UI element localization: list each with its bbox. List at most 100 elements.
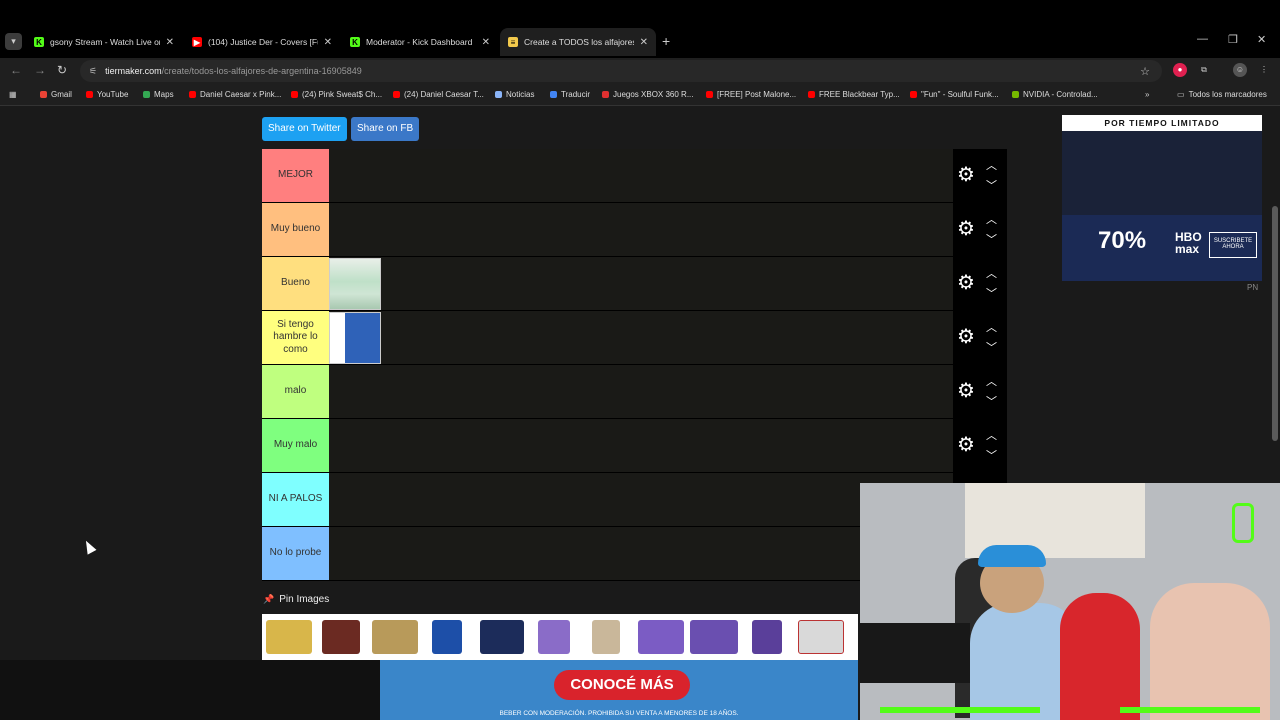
all-bookmarks-folder[interactable]: ▭ Todos los marcadores xyxy=(1177,90,1267,99)
tier-label[interactable]: NI A PALOS xyxy=(262,473,329,526)
pin-images-toggle[interactable]: 📌 Pin Images xyxy=(263,594,329,605)
page-scrollbar[interactable] xyxy=(1270,106,1280,484)
tab-title: gsony Stream - Watch Live on K xyxy=(50,37,160,47)
chevron-up-icon[interactable]: ︿ xyxy=(986,211,997,227)
chevron-down-icon[interactable]: ﹀ xyxy=(986,393,997,409)
share-twitter-button[interactable]: Share on Twitter xyxy=(262,117,347,141)
tab-3-active[interactable]: ≡ Create a TODOS los alfajores de ✕ xyxy=(500,28,656,56)
back-icon[interactable]: ← xyxy=(10,63,22,77)
more-bookmarks-icon[interactable]: » xyxy=(1145,90,1149,99)
chevron-up-icon[interactable]: ︿ xyxy=(986,265,997,281)
menu-dots-icon[interactable]: ⋮ xyxy=(1257,63,1271,77)
alfajor-item-image[interactable] xyxy=(372,620,418,654)
bookmark-item[interactable]: (24) Daniel Caesar T... xyxy=(393,90,484,99)
bookmark-item[interactable]: (24) Pink Sweat$ Ch... xyxy=(291,90,382,99)
bookmark-item[interactable]: "Fun" - Soulful Funk... xyxy=(910,90,999,99)
tier-drop-zone[interactable] xyxy=(329,365,953,418)
tab-bar: ▾ K gsony Stream - Watch Live on K ✕ ▶ (… xyxy=(0,0,1280,58)
tab-search-button[interactable]: ▾ xyxy=(5,33,22,50)
extension-icon[interactable]: ● xyxy=(1173,63,1187,77)
chevron-down-icon[interactable]: ﹀ xyxy=(986,177,997,193)
alfajor-item-image[interactable] xyxy=(266,620,312,654)
chevron-down-icon[interactable]: ﹀ xyxy=(986,231,997,247)
chevron-up-icon[interactable]: ︿ xyxy=(986,427,997,443)
share-fb-button[interactable]: Share on FB xyxy=(351,117,420,141)
alfajor-item-image[interactable] xyxy=(752,620,782,654)
new-tab-button[interactable]: + xyxy=(662,33,670,49)
alfajor-item-image[interactable] xyxy=(329,258,381,310)
youtube-icon xyxy=(393,91,400,98)
site-info-icon[interactable]: ⚟ xyxy=(89,66,97,77)
tab-1[interactable]: ▶ (104) Justice Der - Covers [Full ✕ xyxy=(184,30,340,54)
tier-label[interactable]: Si tengo hambre lo como xyxy=(262,311,329,364)
chevron-up-icon[interactable]: ︿ xyxy=(986,373,997,389)
alfajor-item-image[interactable] xyxy=(690,620,738,654)
ad-subscribe-button[interactable]: SUSCRIBETE AHORA xyxy=(1209,232,1257,258)
gear-icon[interactable]: ⚙ xyxy=(957,381,975,401)
address-bar[interactable]: ⚟ tiermaker.com /create/todos-los-alfajo… xyxy=(80,60,1162,82)
tier-label[interactable]: Muy bueno xyxy=(262,203,329,256)
reload-icon[interactable]: ↻ xyxy=(57,63,67,77)
alfajor-item-image[interactable] xyxy=(592,620,620,654)
tab-0[interactable]: K gsony Stream - Watch Live on K ✕ xyxy=(26,30,182,54)
alfajor-item-image[interactable] xyxy=(480,620,524,654)
tier-drop-zone[interactable] xyxy=(329,203,953,256)
tier-label[interactable]: Bueno xyxy=(262,257,329,310)
tier-drop-zone[interactable] xyxy=(329,311,953,364)
gear-icon[interactable]: ⚙ xyxy=(957,273,975,293)
side-ad-banner[interactable]: POR TIEMPO LIMITADO 70% HBO max SUSCRIBE… xyxy=(1062,115,1262,281)
restore-icon[interactable]: ❐ xyxy=(1228,33,1238,46)
tier-drop-zone[interactable] xyxy=(329,149,953,202)
alfajor-item-image[interactable] xyxy=(432,620,462,654)
bookmark-item[interactable]: FREE Blackbear Typ... xyxy=(808,90,900,99)
chevron-down-icon[interactable]: ﹀ xyxy=(986,285,997,301)
chevron-down-icon[interactable]: ﹀ xyxy=(986,447,997,463)
bookmark-item[interactable]: Maps xyxy=(143,90,174,99)
tier-label[interactable]: No lo probe xyxy=(262,527,329,580)
alfajor-item-image[interactable] xyxy=(798,620,844,654)
close-icon[interactable]: ✕ xyxy=(482,37,490,48)
scrollbar-thumb[interactable] xyxy=(1272,206,1278,441)
pin-images-label: Pin Images xyxy=(279,594,330,605)
bookmark-item[interactable]: NVIDIA - Controlad... xyxy=(1012,90,1098,99)
bookmark-label: [FREE] Post Malone... xyxy=(717,90,797,99)
bookmark-label: Maps xyxy=(154,90,174,99)
alfajor-item-image[interactable] xyxy=(322,620,360,654)
close-window-icon[interactable]: ✕ xyxy=(1257,33,1266,46)
gear-icon[interactable]: ⚙ xyxy=(957,435,975,455)
gear-icon[interactable]: ⚙ xyxy=(957,327,975,347)
bookmark-item[interactable]: Traducir xyxy=(550,90,590,99)
bookmark-label: FREE Blackbear Typ... xyxy=(819,90,900,99)
tier-drop-zone[interactable] xyxy=(329,257,953,310)
tier-label[interactable]: Muy malo xyxy=(262,419,329,472)
bookmark-item[interactable]: Daniel Caesar x Pink... xyxy=(189,90,281,99)
close-icon[interactable]: ✕ xyxy=(324,37,332,48)
bookmark-item[interactable]: Gmail xyxy=(40,90,72,99)
minimize-icon[interactable]: — xyxy=(1197,33,1208,45)
chevron-up-icon[interactable]: ︿ xyxy=(986,157,997,173)
profile-avatar-icon[interactable]: ☺ xyxy=(1233,63,1247,77)
bookmark-item[interactable]: [FREE] Post Malone... xyxy=(706,90,796,99)
chevron-up-icon[interactable]: ︿ xyxy=(986,319,997,335)
tier-label[interactable]: MEJOR xyxy=(262,149,329,202)
alfajor-item-image[interactable] xyxy=(538,620,570,654)
tier-drop-zone[interactable] xyxy=(329,419,953,472)
bookmark-item[interactable]: Noticias xyxy=(495,90,534,99)
tab-2[interactable]: K Moderator - Kick Dashboard ✕ xyxy=(342,30,498,54)
close-icon[interactable]: ✕ xyxy=(640,37,648,48)
gear-icon[interactable]: ⚙ xyxy=(957,219,975,239)
apps-grid-icon[interactable]: ▦ xyxy=(9,90,17,99)
alfajor-item-image[interactable] xyxy=(329,312,381,364)
tier-label[interactable]: malo xyxy=(262,365,329,418)
close-icon[interactable]: ✕ xyxy=(166,37,174,48)
bottom-ad-banner[interactable]: CONOCÉ MÁS BEBER CON MODERACIÓN. PROHIBI… xyxy=(380,660,858,720)
bookmark-star-icon[interactable]: ☆ xyxy=(1140,65,1150,78)
forward-icon[interactable]: → xyxy=(34,63,46,77)
extensions-puzzle-icon[interactable]: ⧉ xyxy=(1197,63,1211,77)
bookmark-item[interactable]: Juegos XBOX 360 R... xyxy=(602,90,694,99)
ad-cta-button[interactable]: CONOCÉ MÁS xyxy=(554,670,690,700)
bookmark-item[interactable]: YouTube xyxy=(86,90,128,99)
alfajor-item-image[interactable] xyxy=(638,620,684,654)
gear-icon[interactable]: ⚙ xyxy=(957,165,975,185)
chevron-down-icon[interactable]: ﹀ xyxy=(986,339,997,355)
